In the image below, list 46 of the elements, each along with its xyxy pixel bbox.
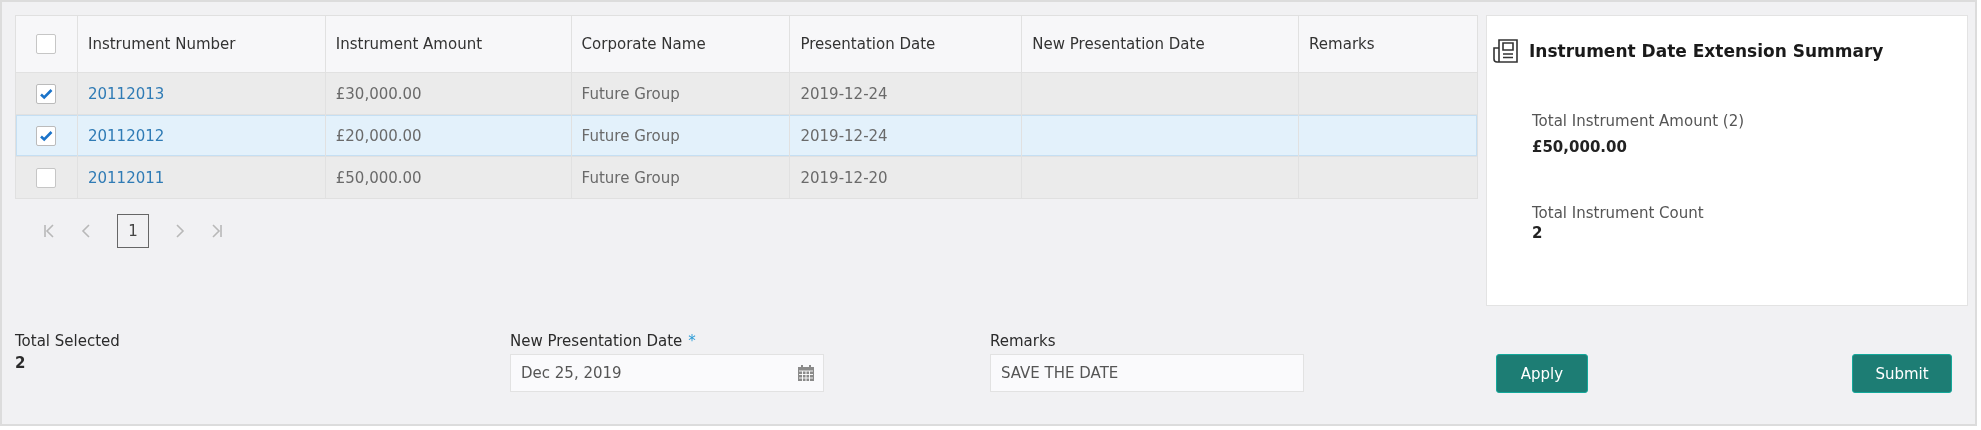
- table-row[interactable]: 20112012 £20,000.00 Future Group 2019-12-24: [16, 114, 1477, 156]
- summary-label: Total Instrument Count: [1532, 204, 1705, 222]
- last-page-icon[interactable]: [211, 224, 223, 238]
- column-header: Remarks: [1309, 35, 1375, 53]
- calendar-icon[interactable]: [797, 364, 815, 382]
- field-label: Total Selected: [15, 332, 120, 350]
- apply-button[interactable]: Apply: [1496, 354, 1588, 393]
- page-button[interactable]: 1: [117, 214, 149, 248]
- summary-label: Total Instrument Amount (2): [1532, 112, 1746, 130]
- table-row[interactable]: 20112013 £30,000.00 Future Group 2019-12-24: [16, 72, 1477, 114]
- table-cell: Future Group: [581, 84, 680, 103]
- table-cell: £30,000.00: [335, 84, 422, 103]
- table-cell: 2019-12-24: [800, 126, 888, 145]
- summary-value: 2: [1532, 224, 1544, 242]
- checkbox[interactable]: [36, 125, 57, 146]
- required-mark: *: [688, 332, 696, 350]
- table-cell: £20,000.00: [335, 126, 422, 145]
- checkbox[interactable]: [36, 34, 57, 54]
- previous-page-icon[interactable]: [81, 224, 91, 238]
- summary-title: Instrument Date Extension Summary: [1529, 41, 1884, 61]
- field-label: Remarks: [990, 332, 1057, 350]
- checkbox[interactable]: [36, 167, 57, 188]
- field-label: New Presentation Date: [510, 332, 683, 350]
- checkbox[interactable]: [36, 83, 57, 104]
- table-cell: Future Group: [581, 126, 680, 145]
- field-value: 2: [15, 354, 27, 372]
- summary-value: £50,000.00: [1532, 138, 1628, 156]
- submit-button[interactable]: Submit: [1852, 354, 1952, 393]
- column-header: Presentation Date: [800, 35, 936, 53]
- remarks-field[interactable]: SAVE THE DATE: [990, 354, 1304, 392]
- column-header: Corporate Name: [581, 35, 706, 53]
- table-cell: 2019-12-24: [800, 84, 888, 103]
- table-cell: Future Group: [581, 168, 680, 187]
- first-page-icon[interactable]: [43, 224, 55, 238]
- table-row[interactable]: 20112011 £50,000.00 Future Group 2019-12-20: [16, 156, 1477, 198]
- column-header: New Presentation Date: [1032, 35, 1205, 53]
- date-field[interactable]: Dec 25, 2019: [510, 354, 824, 392]
- document-icon: [1493, 38, 1519, 64]
- instrument-link[interactable]: 20112011: [87, 168, 165, 187]
- instrument-link[interactable]: 20112012: [87, 126, 165, 145]
- column-header: Instrument Number: [87, 35, 236, 53]
- table-cell: 2019-12-20: [800, 168, 888, 187]
- table-cell: £50,000.00: [335, 168, 422, 187]
- next-page-icon[interactable]: [175, 224, 185, 238]
- instrument-link[interactable]: 20112013: [87, 84, 165, 103]
- column-header: Instrument Amount: [335, 35, 483, 53]
